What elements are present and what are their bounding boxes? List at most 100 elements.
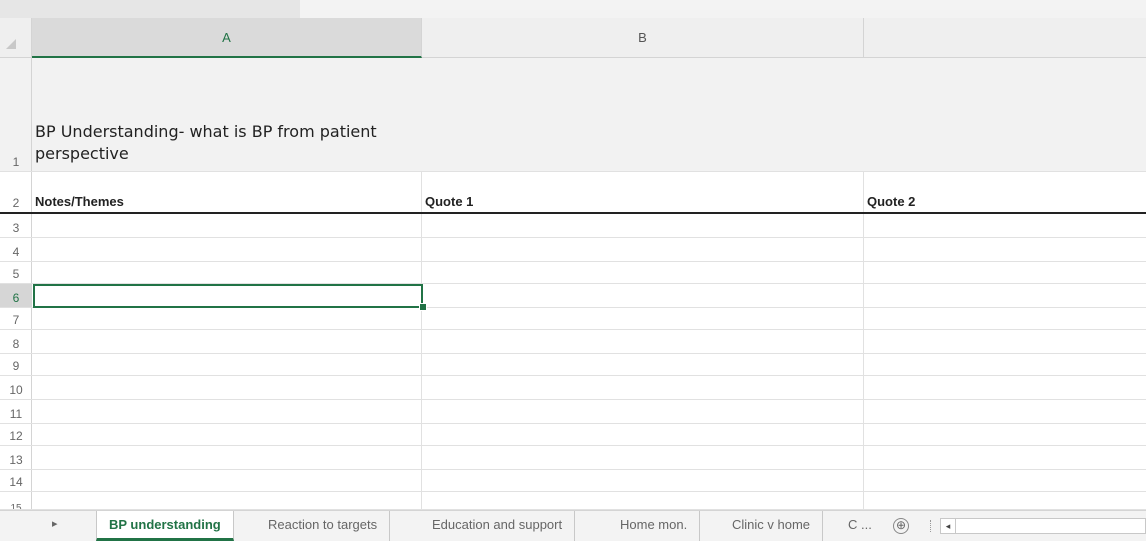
cell[interactable]: [422, 262, 864, 283]
fill-handle[interactable]: [419, 303, 427, 311]
cell[interactable]: [32, 262, 422, 283]
table-row: 5: [0, 262, 1146, 284]
cell[interactable]: [32, 354, 422, 375]
row-header[interactable]: 9: [0, 354, 32, 375]
column-header-a[interactable]: A: [32, 18, 422, 58]
sheet-tab-bar: ▸ BP understanding Reaction to targets E…: [0, 510, 1146, 541]
table-row: 4: [0, 238, 1146, 262]
select-all-corner[interactable]: [0, 18, 32, 58]
cell[interactable]: [422, 354, 864, 375]
table-row: 3: [0, 214, 1146, 238]
ribbon-edge-right: [300, 0, 1146, 18]
cell[interactable]: [422, 376, 864, 399]
row-header[interactable]: 10: [0, 376, 32, 399]
row-header[interactable]: 2: [0, 172, 32, 212]
row-header[interactable]: 15: [0, 492, 32, 509]
sheet-title: BP Understanding- what is BP from patien…: [35, 122, 377, 163]
horizontal-scrollbar[interactable]: ◂: [940, 518, 1146, 534]
row-header[interactable]: 8: [0, 330, 32, 353]
cell[interactable]: [422, 492, 864, 509]
column-label-notes: Notes/Themes: [35, 194, 124, 209]
cell[interactable]: [422, 400, 864, 423]
row-header-selected[interactable]: 6: [0, 284, 32, 307]
next-sheet-arrow-icon[interactable]: ▸: [52, 517, 58, 530]
cell-a2[interactable]: Notes/Themes: [32, 172, 422, 212]
row-header[interactable]: 4: [0, 238, 32, 261]
select-all-triangle-icon: [6, 39, 16, 49]
cell[interactable]: [864, 424, 1146, 445]
cell[interactable]: [864, 214, 1146, 237]
row-header[interactable]: 13: [0, 446, 32, 469]
table-row: 11: [0, 400, 1146, 424]
table-row: 10: [0, 376, 1146, 400]
cell[interactable]: [864, 238, 1146, 261]
table-row: 9: [0, 354, 1146, 376]
active-cell-selection[interactable]: [33, 284, 423, 308]
add-sheet-icon[interactable]: ⊕: [893, 518, 909, 534]
row-number: 14: [9, 475, 23, 489]
column-header-b[interactable]: B: [422, 18, 864, 58]
table-row: 13: [0, 446, 1146, 470]
cell[interactable]: [422, 470, 864, 491]
row-header[interactable]: 11: [0, 400, 32, 423]
row-header[interactable]: 1: [0, 58, 32, 171]
table-row: 2 Notes/Themes Quote 1 Quote 2: [0, 172, 1146, 214]
cell[interactable]: [422, 308, 864, 329]
row-header[interactable]: 7: [0, 308, 32, 329]
row-number: 6: [12, 291, 20, 305]
cell[interactable]: [864, 446, 1146, 469]
tab-split-handle[interactable]: [930, 520, 933, 532]
cell[interactable]: [422, 214, 864, 237]
tab-clinic-v-home[interactable]: Clinic v home: [720, 511, 824, 541]
cell[interactable]: [422, 424, 864, 445]
cell[interactable]: [864, 330, 1146, 353]
row-header[interactable]: 5: [0, 262, 32, 283]
cell[interactable]: [32, 470, 422, 491]
cell[interactable]: [32, 400, 422, 423]
cell[interactable]: [422, 330, 864, 353]
tab-education-and-support[interactable]: Education and support: [420, 511, 576, 541]
tab-more-sheets[interactable]: C ...: [842, 511, 878, 541]
scroll-left-icon[interactable]: ◂: [941, 519, 956, 533]
cell[interactable]: [864, 354, 1146, 375]
cell-a1[interactable]: BP Understanding- what is BP from patien…: [32, 58, 1146, 171]
cell[interactable]: [864, 262, 1146, 283]
cell[interactable]: [32, 492, 422, 509]
cell[interactable]: [864, 376, 1146, 399]
cell[interactable]: [32, 238, 422, 261]
table-row: 8: [0, 330, 1146, 354]
cell[interactable]: [32, 214, 422, 237]
cell[interactable]: [422, 446, 864, 469]
table-row: 7: [0, 308, 1146, 330]
tab-bp-understanding[interactable]: BP understanding: [96, 511, 234, 541]
cell[interactable]: [32, 308, 422, 329]
ribbon-edge: [0, 0, 1146, 18]
cell[interactable]: [32, 330, 422, 353]
row-number: 13: [9, 453, 23, 467]
cell[interactable]: [864, 492, 1146, 509]
cell-c2[interactable]: Quote 2: [864, 172, 1146, 212]
cell[interactable]: [864, 284, 1146, 307]
row-header[interactable]: 14: [0, 470, 32, 491]
row-number: 1: [12, 155, 20, 169]
cell-b2[interactable]: Quote 1: [422, 172, 864, 212]
ribbon-edge-left: [0, 0, 300, 18]
row-header[interactable]: 12: [0, 424, 32, 445]
table-row: 15: [0, 492, 1146, 510]
row-number: 3: [12, 221, 20, 235]
cell[interactable]: [422, 238, 864, 261]
cell[interactable]: [864, 470, 1146, 491]
row-number: 5: [12, 267, 20, 281]
tab-reaction-to-targets[interactable]: Reaction to targets: [256, 511, 391, 541]
row-number: 11: [9, 407, 23, 421]
cell[interactable]: [422, 284, 864, 307]
row-number: 15: [10, 503, 22, 510]
cell[interactable]: [864, 400, 1146, 423]
cell[interactable]: [32, 424, 422, 445]
tab-home-mon[interactable]: Home mon.: [608, 511, 701, 541]
cell[interactable]: [864, 308, 1146, 329]
column-header-c[interactable]: [864, 18, 1146, 58]
cell[interactable]: [32, 446, 422, 469]
cell[interactable]: [32, 376, 422, 399]
row-header[interactable]: 3: [0, 214, 32, 237]
